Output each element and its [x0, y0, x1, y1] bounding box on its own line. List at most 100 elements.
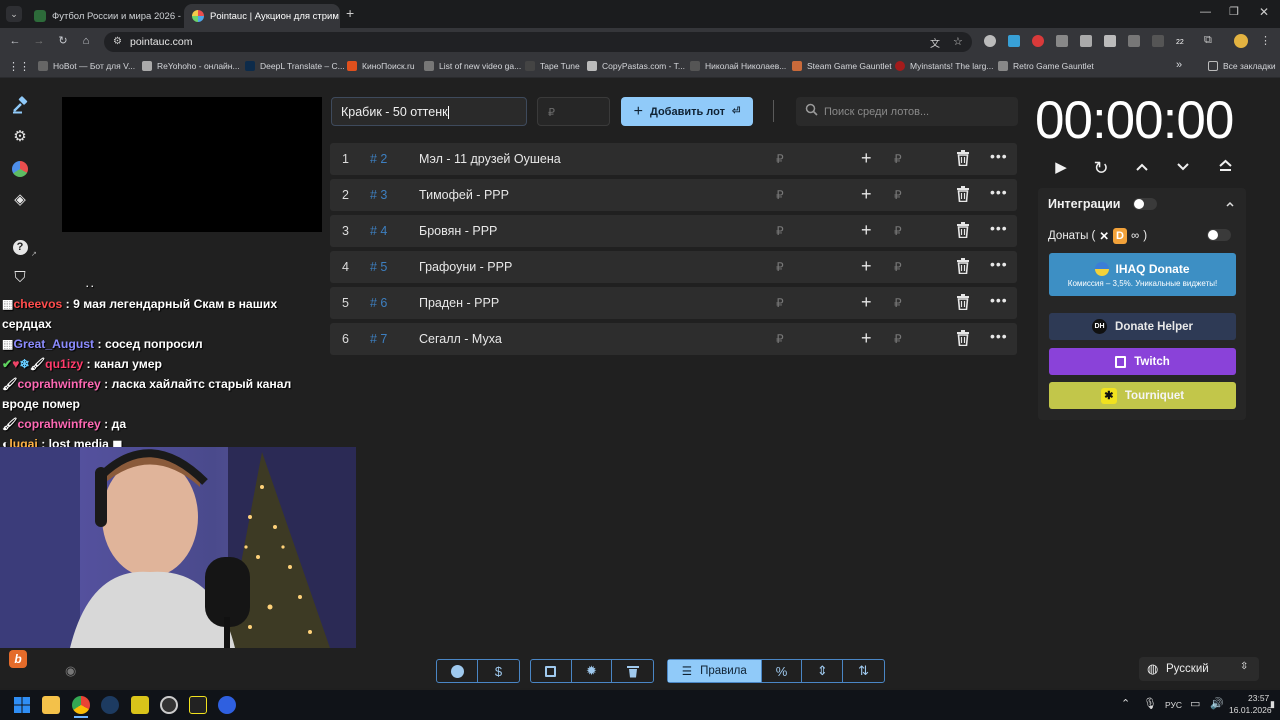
close-window-icon[interactable]: ✕	[1259, 5, 1269, 19]
save-icon[interactable]	[531, 660, 572, 682]
ihaq-donate-button[interactable]: IHAQ Donate Комиссия – 3,5%. Уникальные …	[1049, 253, 1236, 296]
tab-pointauc[interactable]: Pointauc | Аукцион для стрим ✕	[184, 4, 340, 28]
extension-icon[interactable]	[1056, 35, 1068, 47]
more-bookmarks-icon[interactable]: »	[1176, 59, 1182, 71]
back-icon[interactable]: ←	[9, 35, 21, 47]
bookmark-item[interactable]: DeepL Translate – C...	[245, 61, 345, 71]
apps-grid-icon[interactable]: ⋮⋮	[8, 60, 30, 73]
microphone-icon[interactable]: 🎙	[1143, 697, 1157, 710]
bookmark-star-icon[interactable]: ☆	[953, 35, 963, 48]
layers-icon[interactable]: ◈	[10, 190, 30, 210]
add-amount-input[interactable]: ₽	[894, 332, 902, 346]
lot-name[interactable]: Сегалл - Муха	[419, 332, 502, 346]
add-amount-input[interactable]: ₽	[894, 224, 902, 238]
delete-lot-icon[interactable]	[956, 330, 970, 346]
lot-row[interactable]: 6 # 7 Сегалл - Муха ₽ + ₽ •••	[330, 323, 1017, 355]
taskbar-app-icon[interactable]	[131, 696, 149, 714]
bookmark-item[interactable]: CopyPastas.com - T...	[587, 61, 685, 71]
tab-football[interactable]: Футбол России и мира 2026 - ✕	[26, 4, 184, 28]
more-options-icon[interactable]: •••	[990, 184, 1008, 200]
bookmark-item[interactable]: Tape Tune	[525, 61, 580, 71]
visibility-eye-icon[interactable]: ◉	[65, 663, 76, 679]
lot-name[interactable]: Мэл - 11 друзей Оушена	[419, 152, 561, 166]
add-amount-icon[interactable]: +	[861, 328, 872, 349]
tray-chevron-icon[interactable]: ⌃	[1121, 697, 1130, 710]
sort-icon[interactable]: ⇅	[843, 660, 884, 682]
donate-dollar-icon[interactable]: $	[478, 660, 519, 682]
more-options-icon[interactable]: •••	[990, 256, 1008, 272]
reset-timer-icon[interactable]: ↻	[1090, 157, 1112, 179]
bookmark-item[interactable]: Retro Game Gauntlet	[998, 61, 1094, 71]
chrome-icon[interactable]	[72, 696, 90, 714]
new-tab-icon[interactable]: +	[346, 5, 354, 21]
add-amount-input[interactable]: ₽	[894, 152, 902, 166]
reload-icon[interactable]: ↻	[57, 35, 69, 47]
twitch-button[interactable]: Twitch	[1049, 348, 1236, 375]
lot-row[interactable]: 1 # 2 Мэл - 11 друзей Оушена ₽ + ₽ •••	[330, 143, 1017, 175]
add-lot-button[interactable]: + Добавить лот ⏎	[621, 97, 753, 126]
translate-icon[interactable]: 文	[930, 35, 940, 50]
extension-icon[interactable]	[1152, 35, 1164, 47]
input-language[interactable]: РУС	[1165, 700, 1182, 710]
delete-lot-icon[interactable]	[956, 258, 970, 274]
delete-lot-icon[interactable]	[956, 186, 970, 202]
bookmark-item[interactable]: List of new video ga...	[424, 61, 521, 71]
integrations-toggle[interactable]	[1133, 198, 1157, 210]
rules-button[interactable]: ☰ Правила	[668, 660, 762, 682]
lot-row[interactable]: 5 # 6 Праден - РРР ₽ + ₽ •••	[330, 287, 1017, 319]
add-amount-input[interactable]: ₽	[894, 296, 902, 310]
lot-row[interactable]: 2 # 3 Тимофей - РРР ₽ + ₽ •••	[330, 179, 1017, 211]
forward-icon[interactable]: →	[33, 35, 45, 47]
lot-name-input[interactable]: Крабик - 50 оттенк	[331, 97, 527, 126]
delete-lot-icon[interactable]	[956, 222, 970, 238]
play-icon[interactable]: ▶	[1050, 157, 1072, 179]
lot-name[interactable]: Праден - РРР	[419, 296, 499, 310]
delete-lot-icon[interactable]	[956, 150, 970, 166]
language-select[interactable]: ◍ Русский ⇳	[1139, 657, 1259, 681]
lot-name[interactable]: Графоуни - РРР	[419, 260, 512, 274]
add-amount-input[interactable]: ₽	[894, 188, 902, 202]
volume-icon[interactable]: 🔊	[1210, 697, 1224, 710]
more-options-icon[interactable]: •••	[990, 148, 1008, 164]
increase-time-icon[interactable]	[1131, 157, 1153, 179]
taskbar-app-icon[interactable]	[218, 696, 236, 714]
collapse-chevron-icon[interactable]	[1225, 196, 1235, 214]
taskbar-app-icon[interactable]	[189, 696, 207, 714]
windows-start-icon[interactable]	[13, 696, 31, 714]
wheel-icon[interactable]	[10, 159, 30, 179]
add-amount-icon[interactable]: +	[861, 220, 872, 241]
tourniquet-button[interactable]: ✱ Tourniquet	[1049, 382, 1236, 409]
add-amount-icon[interactable]: +	[861, 256, 872, 277]
browser-menu-icon[interactable]: ⋮	[1260, 34, 1271, 47]
bookmark-item[interactable]: ReYohoho - онлайн...	[142, 61, 240, 71]
add-amount-icon[interactable]: +	[861, 184, 872, 205]
bookmark-item[interactable]: Myinstants! The larg...	[895, 61, 993, 71]
file-explorer-icon[interactable]	[42, 696, 60, 714]
notifications-icon[interactable]: ▮	[1270, 699, 1275, 710]
donate-helper-button[interactable]: DH Donate Helper	[1049, 313, 1236, 340]
clear-lots-icon[interactable]	[612, 660, 653, 682]
bug-report-icon[interactable]: ✹	[572, 660, 613, 682]
bookmark-item[interactable]: Николай Николаев...	[690, 61, 786, 71]
auction-hammer-icon[interactable]	[10, 96, 30, 116]
bookmark-item[interactable]: Steam Game Gauntlet	[792, 61, 892, 71]
bookmark-item[interactable]: КиноПоиск.ru	[347, 61, 415, 71]
extension-icon[interactable]	[1080, 35, 1092, 47]
add-amount-input[interactable]: ₽	[894, 260, 902, 274]
lot-name[interactable]: Тимофей - РРР	[419, 188, 509, 202]
lot-row[interactable]: 3 # 4 Бровян - РРР ₽ + ₽ •••	[330, 215, 1017, 247]
clock-date[interactable]: 16.01.2026	[1229, 705, 1272, 715]
percent-icon[interactable]: %	[762, 660, 803, 682]
site-info-icon[interactable]: ⚙	[113, 36, 122, 47]
home-icon[interactable]: ⌂	[80, 35, 92, 47]
add-amount-icon[interactable]: +	[861, 292, 872, 313]
more-options-icon[interactable]: •••	[990, 292, 1008, 308]
github-icon[interactable]	[437, 660, 478, 682]
extension-icon[interactable]	[1128, 35, 1140, 47]
restore-window-icon[interactable]: ❐	[1229, 5, 1239, 18]
lot-name[interactable]: Бровян - РРР	[419, 224, 497, 238]
more-options-icon[interactable]: •••	[990, 220, 1008, 236]
lot-search-input[interactable]: Поиск среди лотов...	[796, 97, 1018, 126]
compact-view-icon[interactable]: ⇕	[802, 660, 844, 682]
steam-icon[interactable]	[101, 696, 119, 714]
